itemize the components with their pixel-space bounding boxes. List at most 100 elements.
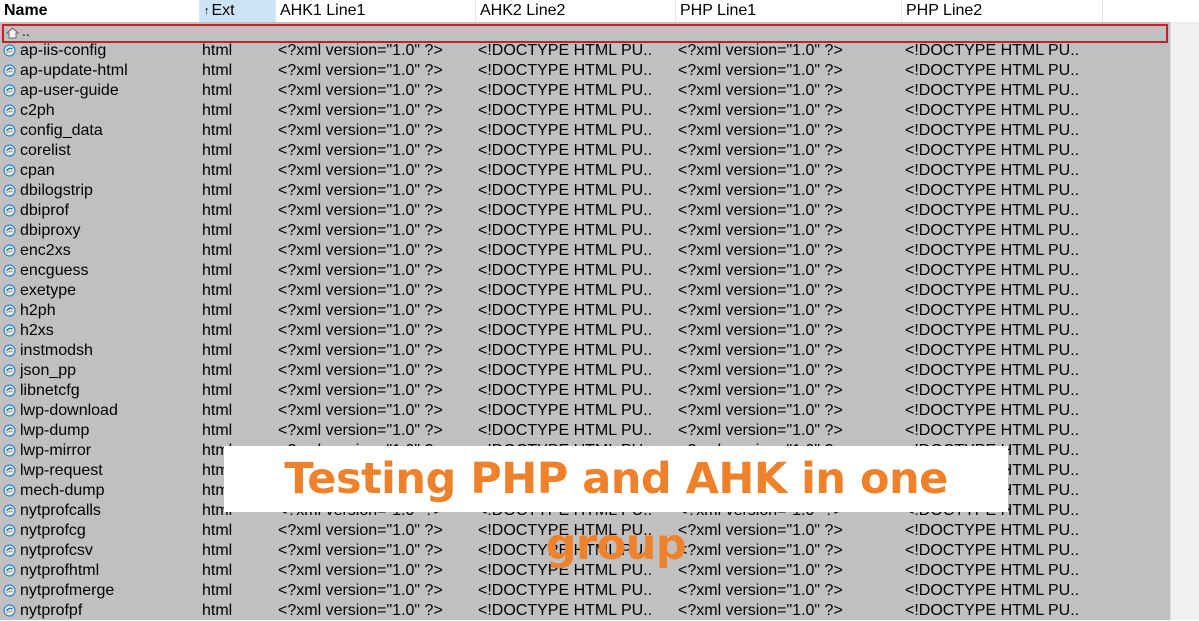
ahk2-line2: <!DOCTYPE HTML PU.. — [478, 322, 653, 339]
php-line2: <!DOCTYPE HTML PU.. — [905, 202, 1080, 219]
list-item[interactable]: nytprofmerge html <?xml version="1.0" ?> <!… — [0, 581, 1170, 601]
php-line2: <!DOCTYPE HTML PU.. — [905, 322, 1080, 339]
column-header-php1[interactable]: PHP Line1 — [676, 0, 902, 22]
html-file-icon — [3, 204, 16, 217]
vertical-scrollbar[interactable] — [1170, 22, 1199, 620]
ahk2-line2: <!DOCTYPE HTML PU.. — [478, 582, 653, 599]
file-name: nytprofmerge — [20, 582, 115, 599]
file-ext: html — [202, 582, 233, 599]
ahk1-line1: <?xml version="1.0" ?> — [278, 262, 443, 279]
php-line1: <?xml version="1.0" ?> — [678, 322, 843, 339]
list-item[interactable]: lwp-dump html <?xml version="1.0" ?> <!DOCT… — [0, 421, 1170, 441]
ahk2-line2: <!DOCTYPE HTML PU.. — [478, 102, 653, 119]
php-line1: <?xml version="1.0" ?> — [678, 582, 843, 599]
ahk1-line1: <?xml version="1.0" ?> — [278, 582, 443, 599]
file-ext: html — [202, 342, 233, 359]
list-item[interactable]: encguess html <?xml version="1.0" ?> <!DOCT… — [0, 261, 1170, 281]
php-line2: <!DOCTYPE HTML PU.. — [905, 342, 1080, 359]
html-file-icon — [3, 424, 16, 437]
ahk2-line2: <!DOCTYPE HTML PU.. — [478, 82, 653, 99]
list-item[interactable]: libnetcfg html <?xml version="1.0" ?> <!DOC… — [0, 381, 1170, 401]
ahk2-line2: <!DOCTYPE HTML PU.. — [478, 162, 653, 179]
list-item[interactable]: ap-iis-config html <?xml version="1.0" ?> <… — [0, 41, 1170, 61]
php-line1: <?xml version="1.0" ?> — [678, 222, 843, 239]
html-file-icon — [3, 464, 16, 477]
html-file-icon — [3, 164, 16, 177]
ahk1-line1: <?xml version="1.0" ?> — [278, 322, 443, 339]
file-name: config_data — [20, 122, 103, 139]
ahk2-line2: <!DOCTYPE HTML PU.. — [478, 302, 653, 319]
php-line1: <?xml version="1.0" ?> — [678, 262, 843, 279]
php-line2: <!DOCTYPE HTML PU.. — [905, 102, 1080, 119]
html-file-icon — [3, 284, 16, 297]
file-name: json_pp — [20, 362, 77, 379]
list-item[interactable]: ap-update-html html <?xml version="1.0" ?>… — [0, 61, 1170, 81]
php-line2: <!DOCTYPE HTML PU.. — [905, 262, 1080, 279]
list-item[interactable]: enc2xs html <?xml version="1.0" ?> <!DOCTYP… — [0, 241, 1170, 261]
php-line2: <!DOCTYPE HTML PU.. — [905, 382, 1080, 399]
ahk1-line1: <?xml version="1.0" ?> — [278, 422, 443, 439]
php-line1: <?xml version="1.0" ?> — [678, 142, 843, 159]
html-file-icon — [3, 144, 16, 157]
html-file-icon — [3, 44, 16, 57]
php-line1: <?xml version="1.0" ?> — [678, 282, 843, 299]
ahk2-line2: <!DOCTYPE HTML PU.. — [478, 602, 653, 619]
list-item[interactable]: dbiproxy html <?xml version="1.0" ?> <!DOCT… — [0, 221, 1170, 241]
list-item[interactable]: exetype html <?xml version="1.0" ?> <!DOCTY… — [0, 281, 1170, 301]
column-header-name[interactable]: Name — [0, 0, 200, 22]
file-name: lwp-dump — [20, 422, 90, 439]
php-line2: <!DOCTYPE HTML PU.. — [905, 242, 1080, 259]
file-name: mech-dump — [20, 482, 105, 499]
file-ext: html — [202, 302, 233, 319]
list-item[interactable]: nytprofpf html <?xml version="1.0" ?> <!DOC… — [0, 601, 1170, 621]
list-item[interactable]: cpan html <?xml version="1.0" ?> <!DOCTYPE … — [0, 161, 1170, 181]
ahk1-line1: <?xml version="1.0" ?> — [278, 302, 443, 319]
file-ext: html — [202, 282, 233, 299]
list-item[interactable]: dbilogstrip html <?xml version="1.0" ?> <!D… — [0, 181, 1170, 201]
file-name: lwp-download — [20, 402, 118, 419]
up-folder-icon — [6, 27, 19, 39]
list-item[interactable]: h2xs html <?xml version="1.0" ?> <!DOCTYPE … — [0, 321, 1170, 341]
ahk1-line1: <?xml version="1.0" ?> — [278, 142, 443, 159]
list-item[interactable]: config_data html <?xml version="1.0" ?> <!D… — [0, 121, 1170, 141]
file-ext: html — [202, 362, 233, 379]
ahk2-line2: <!DOCTYPE HTML PU.. — [478, 362, 653, 379]
list-item[interactable]: json_pp html <?xml version="1.0" ?> <!DOCTY… — [0, 361, 1170, 381]
php-line1: <?xml version="1.0" ?> — [678, 162, 843, 179]
file-ext: html — [202, 102, 233, 119]
file-name: enc2xs — [20, 242, 71, 259]
column-header-ext[interactable]: ↑ Ext — [200, 0, 276, 22]
ahk1-line1: <?xml version="1.0" ?> — [278, 522, 443, 539]
ahk2-line2: <!DOCTYPE HTML PU.. — [478, 402, 653, 419]
file-ext: html — [202, 242, 233, 259]
php-line1: <?xml version="1.0" ?> — [678, 82, 843, 99]
html-file-icon — [3, 604, 16, 617]
column-header-ext-label: Ext — [211, 2, 235, 19]
ahk2-line2: <!DOCTYPE HTML PU.. — [478, 242, 653, 259]
list-item[interactable]: lwp-download html <?xml version="1.0" ?> <!… — [0, 401, 1170, 421]
html-file-icon — [3, 444, 16, 457]
list-item[interactable]: c2ph html <?xml version="1.0" ?> <!DOCTYPE … — [0, 101, 1170, 121]
ahk2-line2: <!DOCTYPE HTML PU.. — [478, 262, 653, 279]
file-name: nytprofpf — [20, 602, 83, 619]
list-item[interactable]: h2ph html <?xml version="1.0" ?> <!DOCTYPE … — [0, 301, 1170, 321]
php-line1: <?xml version="1.0" ?> — [678, 522, 843, 539]
file-ext: html — [202, 602, 233, 619]
html-file-icon — [3, 264, 16, 277]
ahk1-line1: <?xml version="1.0" ?> — [278, 202, 443, 219]
list-item[interactable]: instmodsh html <?xml version="1.0" ?> <!DOC… — [0, 341, 1170, 361]
file-name: cpan — [20, 162, 55, 179]
list-item[interactable]: corelist html <?xml version="1.0" ?> <!DOCT… — [0, 141, 1170, 161]
php-line1: <?xml version="1.0" ?> — [678, 362, 843, 379]
column-header-ahk1[interactable]: AHK1 Line1 — [276, 0, 476, 22]
column-header-php2[interactable]: PHP Line2 — [902, 0, 1103, 22]
html-file-icon — [3, 404, 16, 417]
list-item[interactable]: ap-user-guide html <?xml version="1.0" ?> <… — [0, 81, 1170, 101]
file-ext: html — [202, 562, 233, 579]
list-item[interactable]: dbiprof html <?xml version="1.0" ?> <!DOCTY… — [0, 201, 1170, 221]
ahk2-line2: <!DOCTYPE HTML PU.. — [478, 122, 653, 139]
file-name: dbiprof — [20, 202, 69, 219]
file-ext: html — [202, 162, 233, 179]
file-name: dbiproxy — [20, 222, 81, 239]
column-header-ahk2[interactable]: AHK2 Line2 — [476, 0, 676, 22]
